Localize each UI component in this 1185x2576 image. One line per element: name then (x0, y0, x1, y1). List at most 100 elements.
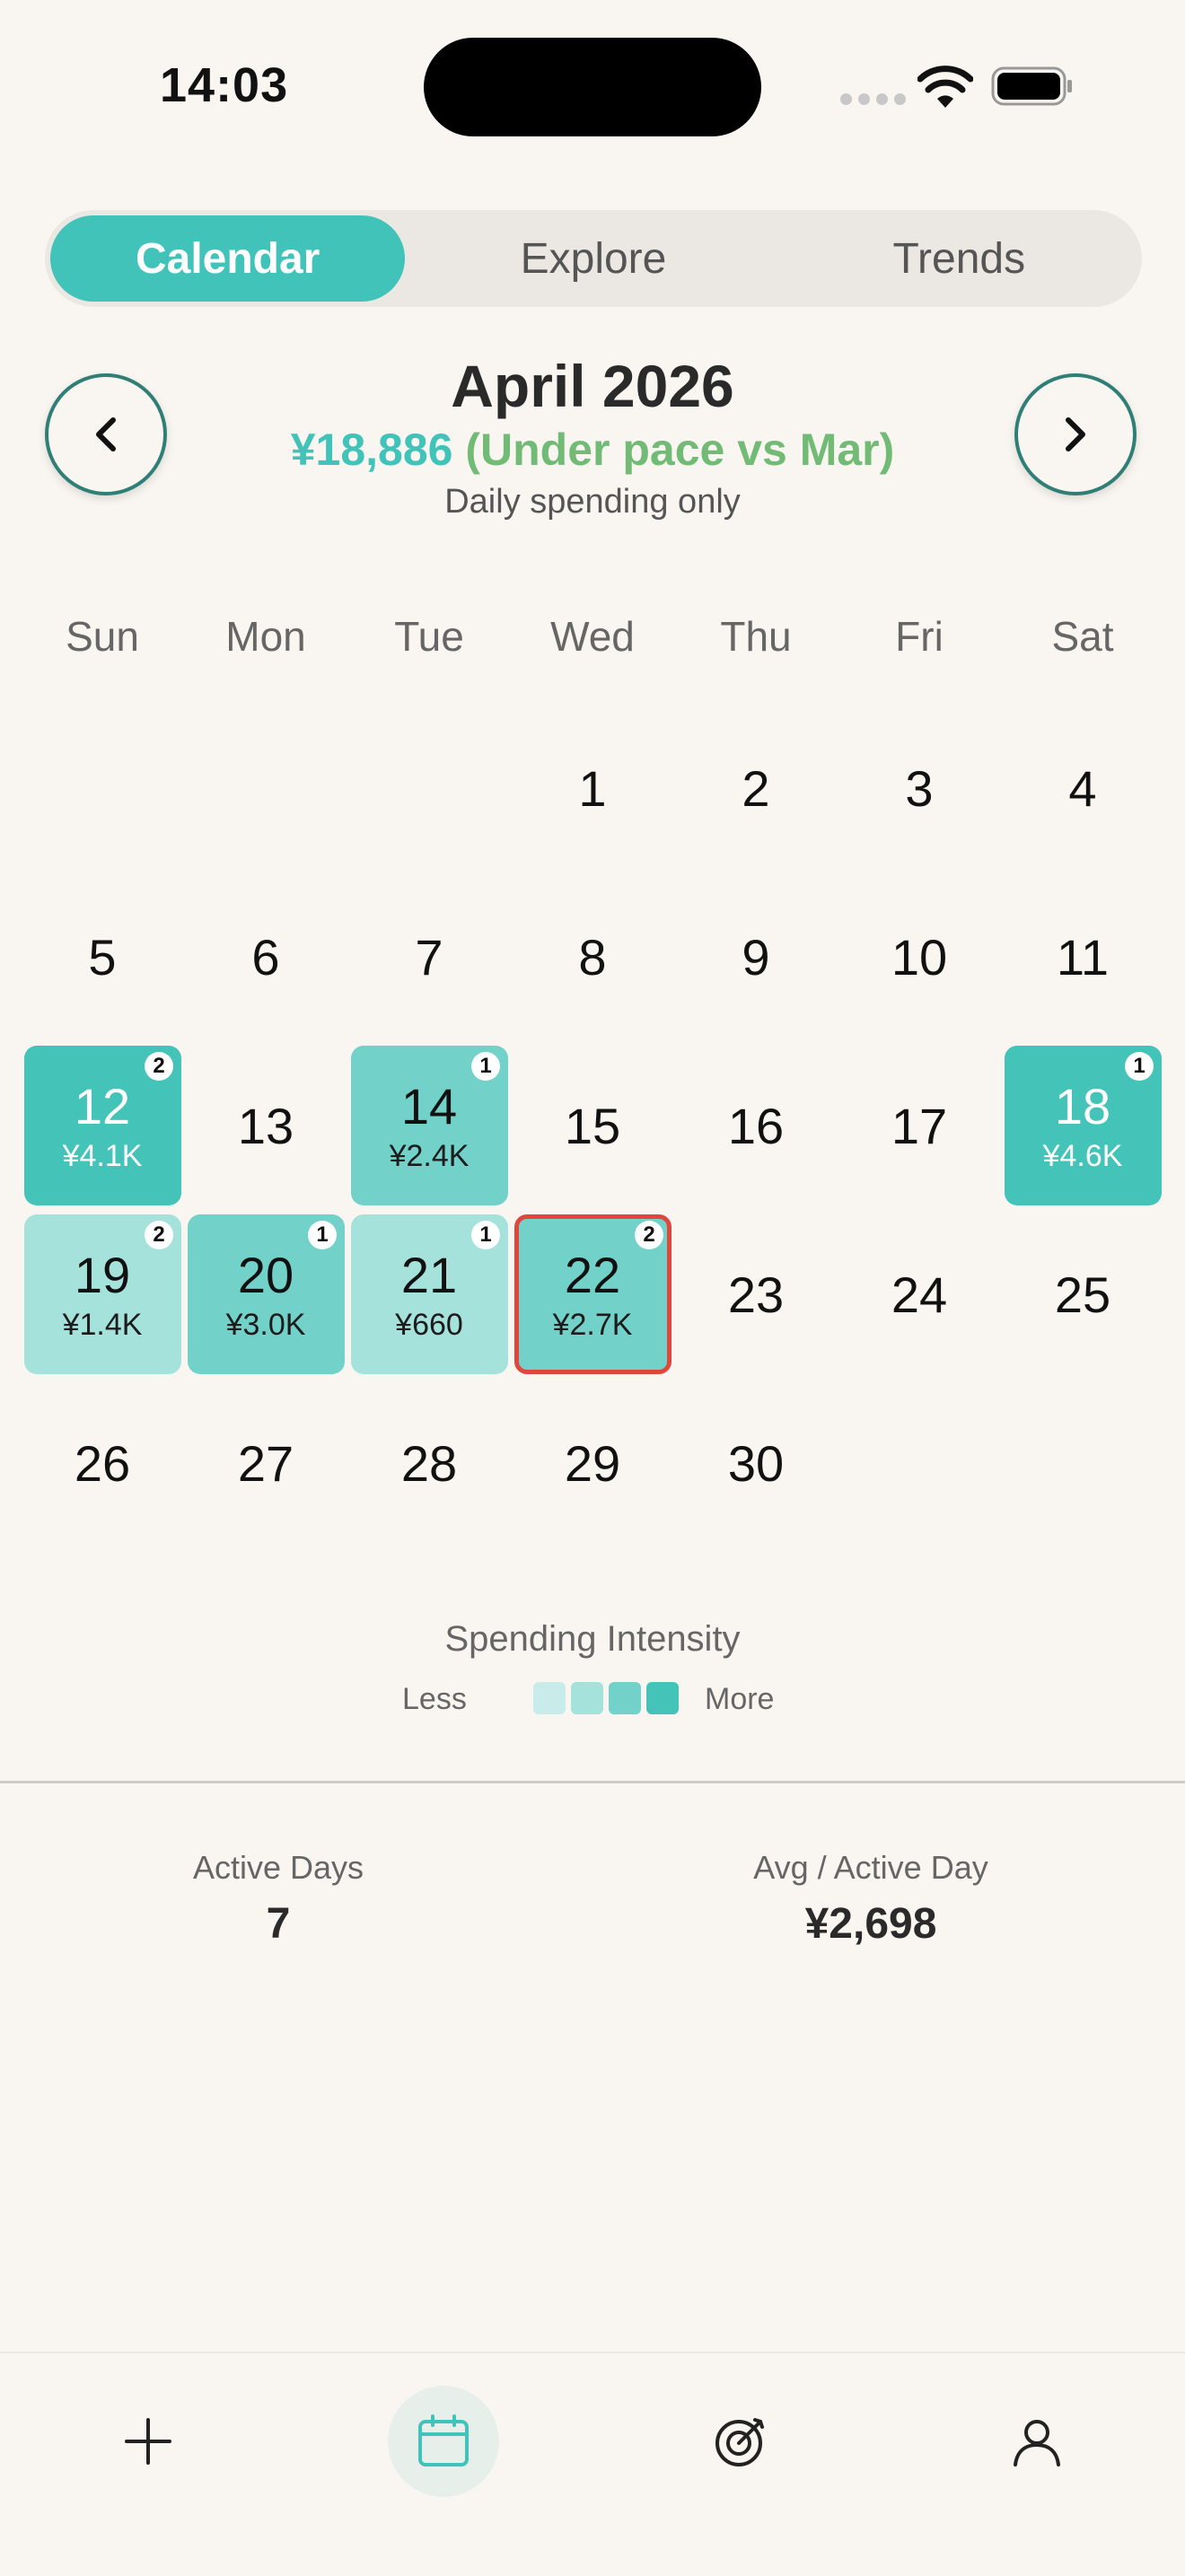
day-number: 8 (578, 928, 607, 986)
calendar-day-29[interactable]: 29 (511, 1379, 674, 1547)
calendar-day-28[interactable]: 28 (347, 1379, 511, 1547)
tab-calendar[interactable]: Calendar (50, 215, 406, 302)
day-number: 14 (400, 1078, 458, 1135)
month-total: ¥18,886 (Under pace vs Mar) (0, 424, 1185, 476)
legend-more-label: More (705, 1682, 775, 1716)
calendar-day-14[interactable]: 1 14 ¥2.4K (347, 1041, 511, 1210)
month-title: April 2026 (451, 353, 734, 419)
calendar-day-19[interactable]: 2 19 ¥1.4K (21, 1210, 184, 1379)
weekday-label: Tue (394, 613, 464, 660)
calendar-day-25[interactable]: 25 (1001, 1210, 1164, 1379)
day-number: 3 (905, 759, 934, 817)
calendar-day-18[interactable]: 1 18 ¥4.6K (1001, 1041, 1164, 1210)
calendar-day-1[interactable]: 1 (511, 704, 674, 872)
day-number: 23 (727, 1266, 785, 1323)
calendar-day-23[interactable]: 23 (674, 1210, 838, 1379)
month-subtitle: Daily spending only (444, 483, 741, 521)
transaction-count-badge: 1 (1125, 1052, 1154, 1081)
calendar-day-16[interactable]: 16 (674, 1041, 838, 1210)
dynamic-island (424, 38, 761, 136)
calendar-day-7[interactable]: 7 (347, 872, 511, 1041)
day-number: 11 (1056, 928, 1110, 986)
avg-active-day-label: Avg / Active Day (753, 1849, 988, 1886)
weekday-label: Fri (895, 613, 944, 660)
day-number: 10 (891, 928, 948, 986)
tab-trends[interactable]: Trends (782, 215, 1137, 302)
calendar-day-8[interactable]: 8 (511, 872, 674, 1041)
calendar-day-21[interactable]: 1 21 ¥660 (347, 1210, 511, 1379)
pace-indicator: (Under pace vs Mar) (465, 425, 895, 475)
calendar-day-13[interactable]: 13 (184, 1041, 347, 1210)
weekday-label: Mon (225, 613, 306, 660)
calendar-day-6[interactable]: 6 (184, 872, 347, 1041)
day-amount: ¥1.4K (62, 1308, 143, 1342)
transaction-count-badge: 1 (471, 1052, 500, 1081)
profile-icon (1014, 2420, 1060, 2466)
transaction-count-badge: 1 (308, 1221, 337, 1249)
legend-swatches (533, 1682, 679, 1714)
day-number: 25 (1054, 1266, 1111, 1323)
day-amount: ¥4.6K (1042, 1139, 1123, 1173)
bottom-tab-bar (0, 2352, 1185, 2576)
calendar-day-26[interactable]: 26 (21, 1379, 184, 1547)
day-number: 12 (74, 1078, 131, 1135)
avg-active-day-stat: Avg / Active Day ¥2,698 (646, 1849, 1095, 1949)
divider (0, 1781, 1185, 1783)
next-month-button[interactable] (1014, 373, 1137, 495)
day-number: 20 (237, 1247, 294, 1303)
transaction-count-badge: 2 (635, 1221, 663, 1249)
calendar-grid: 1 2 3 4 5 6 7 8 9 10 11 2 12 ¥4.1K 13 1 14 ¥2.4K 15 16 17 1 18… (21, 704, 1164, 1547)
calendar-day-20[interactable]: 1 20 ¥3.0K (184, 1210, 347, 1379)
legend-less-label: Less (402, 1682, 467, 1716)
view-switcher: Calendar Explore Trends (45, 210, 1142, 307)
calendar-day-3[interactable]: 3 (838, 704, 1001, 872)
weekday-label: Wed (550, 613, 635, 660)
calendar-day-2[interactable]: 2 (674, 704, 838, 872)
day-number: 22 (564, 1247, 621, 1303)
legend-swatch (609, 1682, 641, 1714)
day-number: 16 (727, 1097, 785, 1154)
transaction-count-badge: 1 (471, 1221, 500, 1249)
calendar-icon (418, 2414, 469, 2466)
avg-active-day-value: ¥2,698 (804, 1900, 937, 1948)
active-days-value: 7 (266, 1900, 291, 1948)
calendar-day-4[interactable]: 4 (1001, 704, 1164, 872)
tab-add[interactable] (92, 2386, 204, 2497)
calendar-day-15[interactable]: 15 (511, 1041, 674, 1210)
transaction-count-badge: 2 (145, 1221, 173, 1249)
day-amount: ¥3.0K (225, 1308, 306, 1342)
legend-title: Spending Intensity (444, 1619, 741, 1659)
calendar-day-11[interactable]: 11 (1001, 872, 1164, 1041)
calendar-day-17[interactable]: 17 (838, 1041, 1001, 1210)
calendar-day-9[interactable]: 9 (674, 872, 838, 1041)
calendar-day-27[interactable]: 27 (184, 1379, 347, 1547)
tab-calendar-nav[interactable] (388, 2386, 499, 2497)
day-number: 15 (564, 1097, 621, 1154)
chevron-right-icon (1066, 417, 1085, 451)
day-number: 5 (88, 928, 117, 986)
day-amount: ¥2.7K (552, 1308, 633, 1342)
calendar-day-10[interactable]: 10 (838, 872, 1001, 1041)
day-amount: ¥660 (395, 1308, 463, 1342)
day-number: 19 (74, 1247, 131, 1303)
day-number: 9 (742, 928, 770, 986)
active-days-stat: Active Days 7 (54, 1849, 503, 1949)
day-amount: ¥2.4K (389, 1139, 470, 1173)
calendar-day-22[interactable]: 2 22 ¥2.7K (511, 1210, 674, 1379)
day-amount: ¥4.1K (62, 1139, 143, 1173)
tab-explore[interactable]: Explore (416, 215, 770, 302)
calendar-day-30[interactable]: 30 (674, 1379, 838, 1547)
calendar-day-12[interactable]: 2 12 ¥4.1K (21, 1041, 184, 1210)
tab-profile[interactable] (981, 2386, 1093, 2497)
tab-goals[interactable] (685, 2386, 796, 2497)
weekday-label: Thu (720, 613, 792, 660)
day-number: 21 (400, 1247, 458, 1303)
month-total-amount: ¥18,886 (290, 425, 453, 475)
legend-swatch (533, 1682, 566, 1714)
day-number: 17 (891, 1097, 948, 1154)
day-number: 30 (727, 1434, 785, 1492)
status-time: 14:03 (160, 58, 289, 112)
calendar-day-24[interactable]: 24 (838, 1210, 1001, 1379)
day-number: 2 (742, 759, 770, 817)
calendar-day-5[interactable]: 5 (21, 872, 184, 1041)
